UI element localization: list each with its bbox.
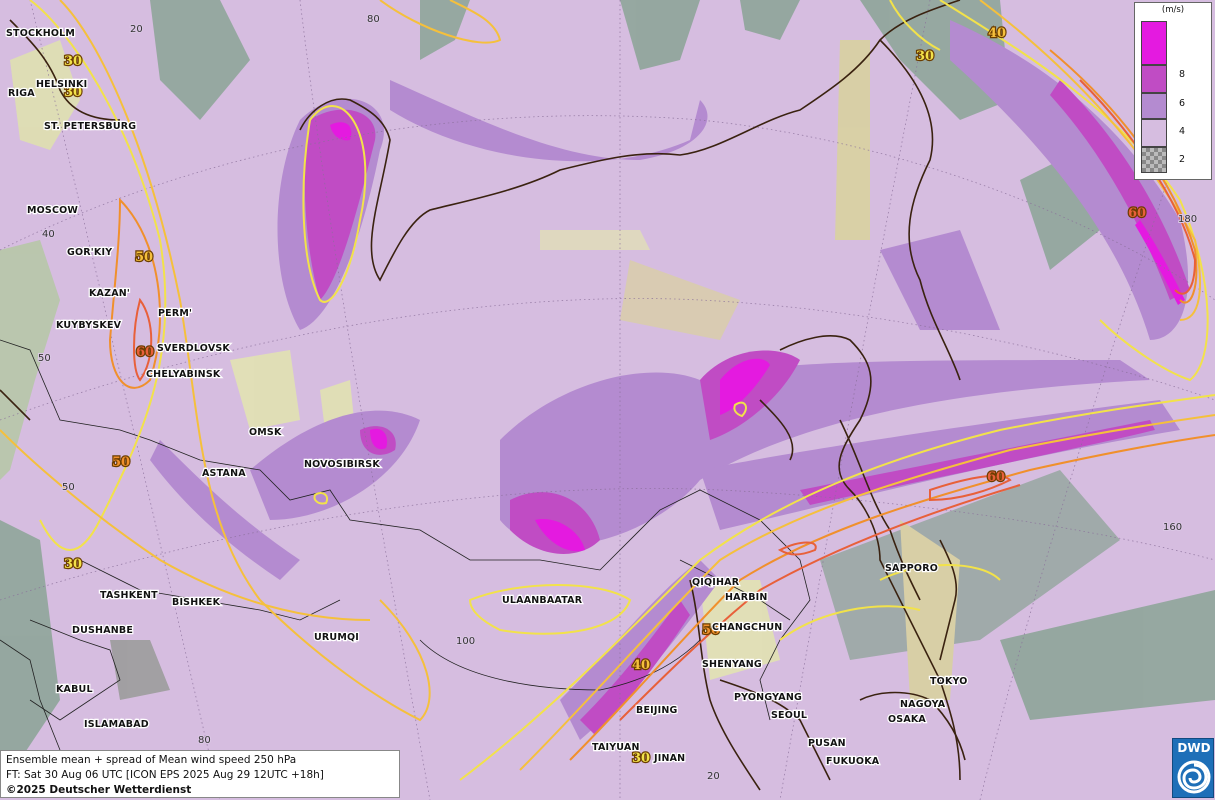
legend-tick: 6: [1179, 98, 1186, 109]
copyright: ©2025 Deutscher Wetterdienst: [6, 784, 192, 796]
city-label: NAGOYA: [900, 699, 946, 710]
city-label: FUKUOKA: [826, 756, 880, 767]
isotach-label: 30: [64, 54, 82, 69]
isotach-label: 30: [64, 557, 82, 572]
legend-tick: 8: [1179, 69, 1186, 80]
city-label: OSAKA: [888, 714, 926, 725]
legend-swatch: [1141, 119, 1167, 147]
legend-unit: (m/s): [1161, 5, 1185, 15]
grid-label: 20: [707, 771, 720, 782]
city-label: MOSCOW: [27, 205, 78, 216]
wind-map: 30 30 40 30 50 60 50 30 60 60 40 30 50 2…: [0, 0, 1215, 800]
city-label: ISLAMABAD: [84, 719, 149, 730]
city-label: GOR'KIY: [67, 247, 112, 258]
city-label: ST. PETERSBURG: [44, 121, 136, 132]
dwd-logo-text: DWD: [1177, 741, 1211, 755]
city-label: SEOUL: [771, 710, 807, 721]
dwd-logo: DWD: [1172, 738, 1214, 798]
city-label: ULAANBAATAR: [502, 595, 583, 606]
forecast-time: FT: Sat 30 Aug 06 UTC [ICON EPS 2025 Aug…: [6, 769, 324, 781]
isotach-label: 40: [632, 658, 650, 673]
isotach-label: 30: [916, 49, 934, 64]
city-label: URUMQI: [314, 632, 359, 643]
legend-tick: 2: [1179, 154, 1186, 165]
city-label: PERM': [158, 308, 192, 319]
legend-tick: 4: [1179, 126, 1186, 137]
grid-label: 40: [42, 229, 55, 240]
grid-label: 100: [456, 636, 475, 647]
isotach-label: 40: [988, 26, 1006, 41]
isotach-label: 50: [112, 455, 130, 470]
legend-swatch: [1141, 65, 1167, 93]
city-label: STOCKHOLM: [6, 28, 75, 39]
city-label: PUSAN: [808, 738, 846, 749]
city-label: PYONGYANG: [734, 692, 802, 703]
grid-label: 180: [1178, 214, 1197, 225]
color-legend: (m/s) 8 6 4 2: [1134, 2, 1212, 180]
isotach-label: 50: [135, 250, 153, 265]
city-label: HELSINKI: [36, 79, 87, 90]
city-label: NOVOSIBIRSK: [304, 459, 380, 470]
grid-label: 20: [130, 24, 143, 35]
city-label: TAIYUAN: [592, 742, 640, 753]
city-label: SAPPORO: [885, 563, 938, 574]
city-label: OMSK: [249, 427, 282, 438]
city-label: BEIJING: [636, 705, 677, 716]
grid-label: 50: [62, 482, 75, 493]
legend-swatch: [1141, 21, 1167, 65]
city-label: JINAN: [653, 753, 685, 764]
grid-label: 80: [367, 14, 380, 25]
city-label: TASHKENT: [100, 590, 158, 601]
isotach-label: 30: [632, 751, 650, 766]
grid-label: 160: [1163, 522, 1182, 533]
isotach-label: 60: [1128, 206, 1146, 221]
city-label: DUSHANBE: [72, 625, 133, 636]
city-label: ASTANA: [202, 468, 246, 479]
city-label: BISHKEK: [172, 597, 221, 608]
city-label: KUYBYSKEV: [56, 320, 122, 331]
legend-swatch: [1141, 147, 1167, 173]
city-label: KABUL: [56, 684, 93, 695]
legend-swatch: [1141, 93, 1167, 119]
city-label: SVERDLOVSK: [157, 343, 230, 354]
grid-label: 80: [198, 735, 211, 746]
grid-label: 50: [38, 353, 51, 364]
isotach-label: 60: [987, 470, 1005, 485]
city-label: CHANGCHUN: [712, 622, 782, 633]
city-label: HARBIN: [725, 592, 768, 603]
city-label: SHENYANG: [702, 659, 762, 670]
city-label: QIQIHAR: [692, 577, 740, 588]
isotach-label: 60: [136, 345, 154, 360]
map-info-box: Ensemble mean + spread of Mean wind spee…: [0, 750, 400, 798]
map-title: Ensemble mean + spread of Mean wind spee…: [6, 754, 297, 766]
city-label: TOKYO: [930, 676, 968, 687]
city-label: KAZAN': [89, 288, 130, 299]
dwd-swirl-icon: [1177, 760, 1211, 794]
city-label: CHELYABINSK: [146, 369, 221, 380]
city-label: RIGA: [8, 88, 35, 99]
